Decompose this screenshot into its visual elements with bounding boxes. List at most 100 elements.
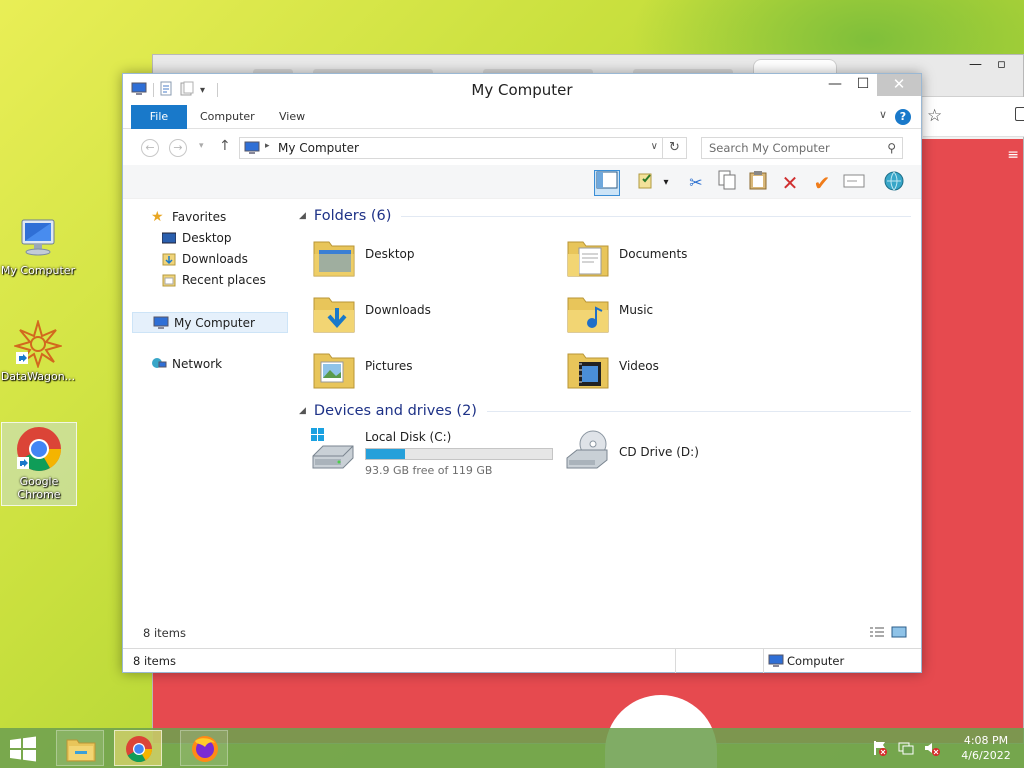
tab-computer[interactable]: Computer <box>187 105 268 129</box>
sidebar-item-label: Recent places <box>182 273 266 287</box>
taskbar-firefox[interactable] <box>180 730 228 766</box>
sidebar-item-label: My Computer <box>174 316 255 330</box>
desktop-icon-google-chrome[interactable]: Google Chrome <box>1 422 77 506</box>
preview-pane-button[interactable] <box>594 170 620 196</box>
folder-documents[interactable]: Documents <box>553 231 803 283</box>
group-header-folders[interactable]: ◢ Folders (6) <box>299 205 911 227</box>
documents-folder-icon <box>565 234 611 280</box>
recent-places-icon <box>162 273 176 287</box>
taskbar: 4:08 PM 4/6/2022 <box>0 728 1024 768</box>
chevron-down-icon[interactable]: ∨ <box>651 141 658 152</box>
tab-icon[interactable] <box>1015 107 1024 121</box>
explorer-window[interactable]: ▾ My Computer — ☐ ✕ File Computer View ∨… <box>122 73 922 673</box>
downloads-folder-icon <box>162 252 176 266</box>
drive-local-disk-c[interactable]: Local Disk (C:) 93.9 GB free of 119 GB <box>299 424 559 477</box>
taskbar-file-explorer[interactable] <box>56 730 104 766</box>
drive-cd-d[interactable]: CD Drive (D:) <box>553 424 753 476</box>
title-bar[interactable]: ▾ My Computer — ☐ ✕ <box>123 74 921 105</box>
tab-view[interactable]: View <box>266 105 318 129</box>
computer-icon <box>244 141 260 158</box>
clock[interactable]: 4:08 PM 4/6/2022 <box>956 733 1016 763</box>
window-title: My Computer <box>471 81 573 99</box>
computer-icon <box>768 654 784 667</box>
desktop-icon-label: My Computer <box>0 264 76 277</box>
minimize-icon[interactable]: — <box>969 57 982 72</box>
sidebar-item-favorites[interactable]: ★ Favorites <box>131 207 289 228</box>
network-globe-icon[interactable] <box>881 170 907 196</box>
tab-file[interactable]: File <box>131 105 187 129</box>
folder-music[interactable]: Music <box>553 287 803 339</box>
folder-label: Downloads <box>365 303 431 317</box>
search-input[interactable] <box>702 138 872 158</box>
pictures-folder-icon <box>311 346 357 392</box>
menu-icon[interactable]: ≡ <box>1007 147 1019 163</box>
breadcrumb-chevron-icon[interactable]: ▸ <box>265 141 270 151</box>
group-header-devices[interactable]: ◢ Devices and drives (2) <box>299 400 911 422</box>
command-toolbar: ▾ ✂ ✕ ✔ <box>123 165 921 199</box>
help-icon[interactable]: ? <box>895 109 911 125</box>
sidebar-item-desktop[interactable]: Desktop <box>131 228 289 249</box>
browser-toolbar: ☆ <box>923 97 1024 137</box>
sidebar-item-label: Network <box>172 357 223 371</box>
sidebar-item-label: Favorites <box>172 210 227 224</box>
desktop-folder-icon <box>311 234 357 280</box>
folder-desktop[interactable]: Desktop <box>299 231 549 283</box>
drive-usage-fill <box>366 449 406 459</box>
rename-icon[interactable] <box>841 170 867 196</box>
large-icons-view-icon[interactable] <box>891 626 907 641</box>
action-center-icon[interactable] <box>872 740 888 759</box>
sidebar-item-label: Desktop <box>182 231 232 245</box>
collapse-icon[interactable]: ◢ <box>299 406 306 416</box>
browser-window-controls[interactable]: — ▫ <box>963 55 1023 85</box>
desktop-icon-label: Google Chrome <box>17 475 61 501</box>
volume-muted-icon[interactable] <box>924 740 940 759</box>
details-view-icon[interactable] <box>869 626 885 641</box>
checkmark-icon[interactable]: ✔ <box>809 170 835 196</box>
star-icon[interactable]: ☆ <box>927 106 942 126</box>
recent-locations-icon[interactable]: ▾ <box>199 141 204 151</box>
sidebar-item-recent-places[interactable]: Recent places <box>131 270 289 291</box>
desktop-icon-my-computer[interactable]: My Computer <box>0 214 76 277</box>
content-area: ★ Favorites Desktop Downloads Recent pla… <box>123 199 921 625</box>
close-button[interactable]: ✕ <box>877 74 921 96</box>
start-button[interactable] <box>8 736 38 762</box>
forward-button[interactable]: → <box>169 139 187 157</box>
folder-label: Music <box>619 303 654 317</box>
cut-icon[interactable]: ✂ <box>683 170 709 196</box>
refresh-button[interactable]: ↻ <box>663 137 687 159</box>
drive-name: Local Disk (C:) <box>365 430 452 444</box>
maximize-icon[interactable]: ▫ <box>997 57 1006 72</box>
folder-label: Desktop <box>365 247 415 261</box>
paste-icon[interactable] <box>745 170 771 196</box>
status-bar: 8 items Computer <box>123 648 921 673</box>
copy-icon[interactable] <box>714 170 740 196</box>
back-button[interactable]: ← <box>141 139 159 157</box>
expand-ribbon-icon[interactable]: ∨ <box>879 108 887 121</box>
up-button[interactable]: ↑ <box>219 138 231 154</box>
address-text: My Computer <box>278 141 359 155</box>
address-box[interactable]: ▸ My Computer ∨ <box>239 137 663 159</box>
search-box[interactable]: ⚲ <box>701 137 903 159</box>
status-items-count: 8 items <box>133 654 176 668</box>
navigation-pane: ★ Favorites Desktop Downloads Recent pla… <box>131 207 289 375</box>
sidebar-item-my-computer[interactable]: My Computer <box>132 312 288 333</box>
downloads-folder-icon <box>311 290 357 336</box>
collapse-icon[interactable]: ◢ <box>299 211 306 221</box>
dropdown-icon[interactable]: ▾ <box>659 170 673 196</box>
desktop-icon-datawagon[interactable]: DataWagon... <box>0 318 76 383</box>
maximize-button[interactable]: ☐ <box>849 74 877 96</box>
folder-downloads[interactable]: Downloads <box>299 287 549 339</box>
folder-videos[interactable]: Videos <box>553 343 803 395</box>
taskbar-google-chrome[interactable] <box>114 730 162 766</box>
delete-icon[interactable]: ✕ <box>777 170 803 196</box>
minimize-button[interactable]: — <box>821 74 849 96</box>
network-tray-icon[interactable] <box>898 740 914 759</box>
view-switcher <box>869 626 907 641</box>
checklist-icon[interactable] <box>633 170 659 196</box>
computer-icon <box>14 214 62 262</box>
search-icon[interactable]: ⚲ <box>887 141 896 155</box>
sidebar-item-network[interactable]: Network <box>131 354 289 375</box>
folder-pictures[interactable]: Pictures <box>299 343 549 395</box>
clock-time: 4:08 PM <box>963 734 1009 747</box>
sidebar-item-downloads[interactable]: Downloads <box>131 249 289 270</box>
